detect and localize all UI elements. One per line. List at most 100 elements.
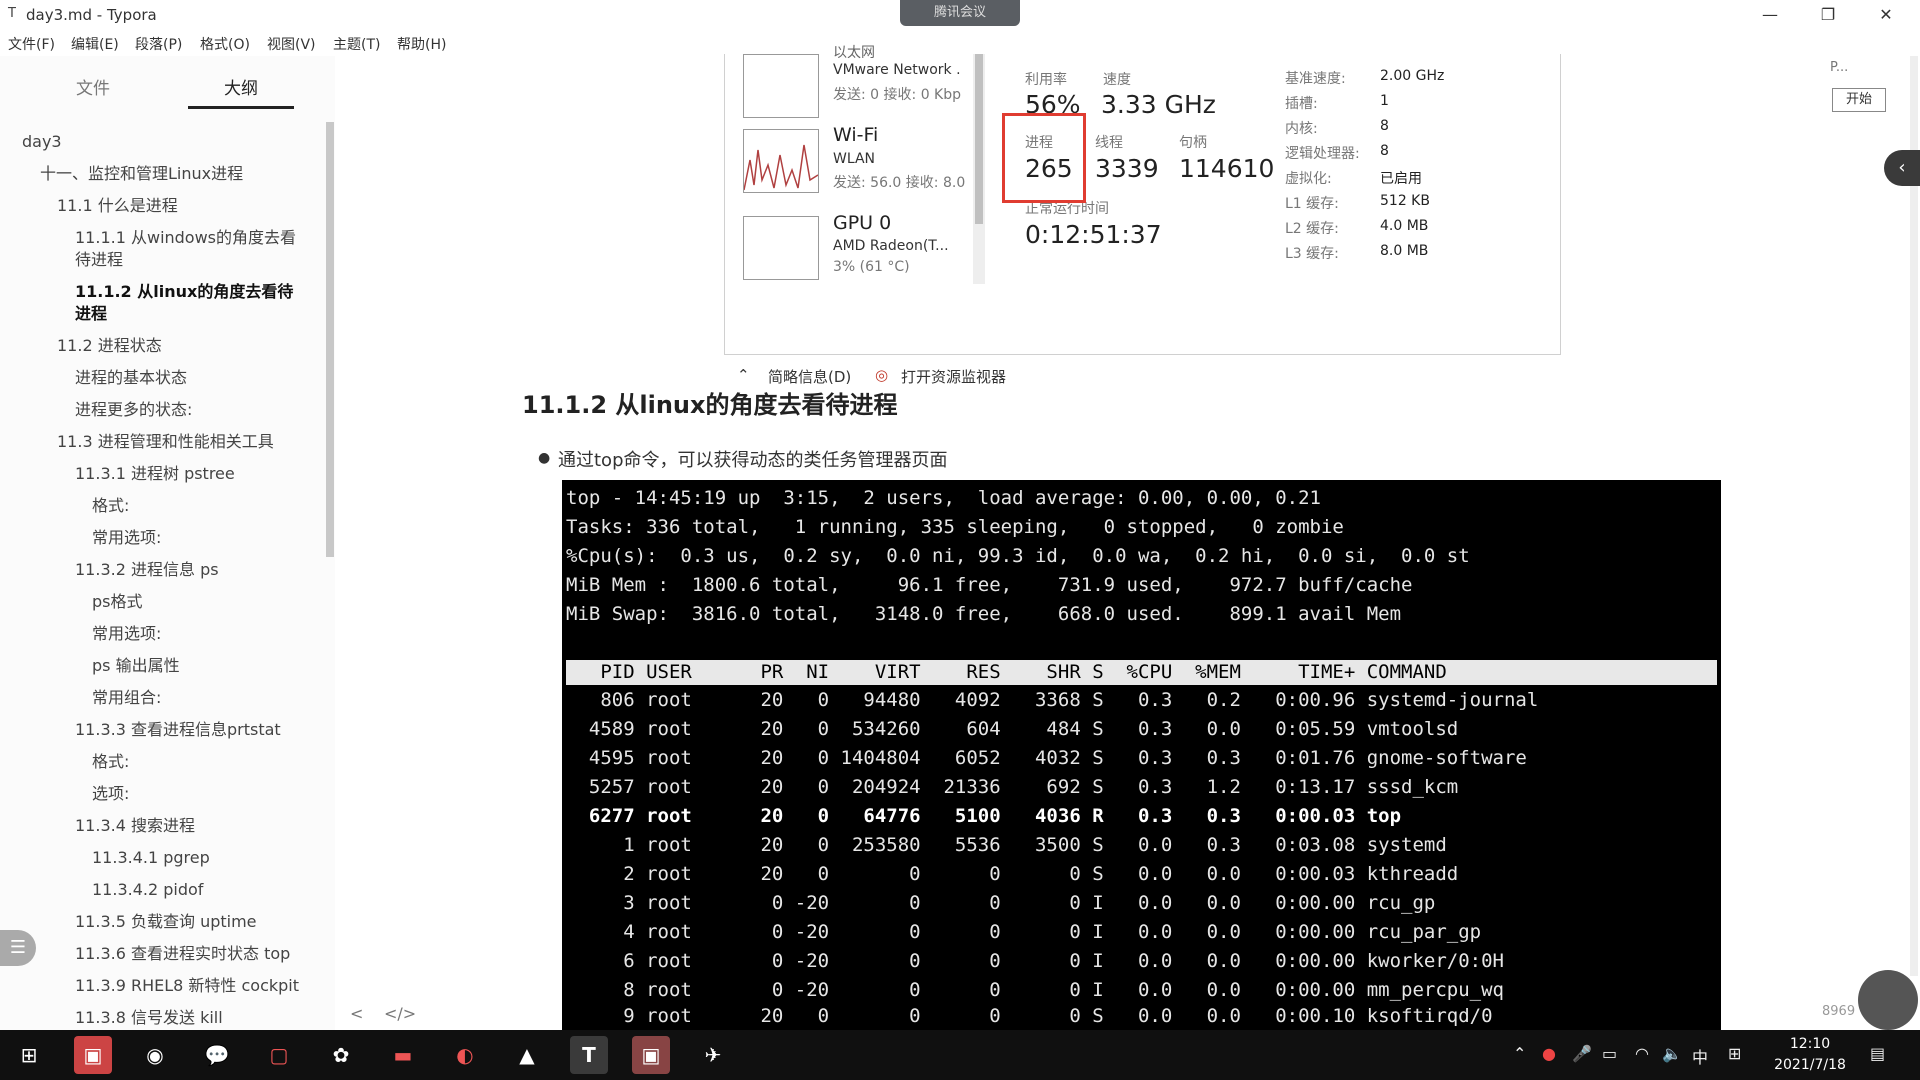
typora-app-icon: T [8, 6, 16, 21]
minimize-button[interactable]: — [1750, 2, 1790, 28]
spec-label: 基准速度: [1285, 71, 1346, 87]
outline-item[interactable]: 11.3.6 查看进程实时状态 top [75, 943, 290, 965]
top-summary-line: MiB Mem : 1800.6 total, 96.1 free, 731.9… [566, 574, 1413, 596]
wechat-icon[interactable]: 💬 [198, 1036, 236, 1074]
clock[interactable]: 12:10 2021/7/18 [1770, 1034, 1850, 1076]
task-manager-image: 以太网 VMware Network . 发送: 0 接收: 0 Kbp Wi-… [724, 45, 1561, 386]
wifi-icon[interactable]: ◠ [1635, 1044, 1649, 1063]
battery-icon[interactable]: ▭ [1602, 1044, 1617, 1063]
app-icon[interactable]: ✿ [322, 1036, 360, 1074]
outline-item[interactable]: 11.3.5 负载查询 uptime [75, 911, 257, 933]
title-bar: T day3.md - Typora 腾讯会议 — ❐ ✕ [0, 0, 1920, 30]
outline-item[interactable]: ps 输出属性 [92, 655, 180, 677]
outline-item-active[interactable]: 11.1.2 从linux的角度去看待 [75, 281, 293, 303]
outline-item[interactable]: 11.3.4.2 pidof [92, 879, 203, 901]
device-scrollbar [973, 54, 985, 284]
device-stats: 发送: 0 接收: 0 Kbp [833, 87, 962, 103]
utilization-label: 利用率 [1025, 72, 1067, 88]
microphone-icon[interactable]: 🎤 [1572, 1044, 1592, 1063]
device-name: GPU 0 [833, 212, 892, 234]
meeting-badge[interactable]: 腾讯会议 [900, 0, 1020, 26]
outline-item[interactable]: 11.3.3 查看进程信息prtstat [75, 719, 281, 741]
outline-item[interactable]: 待进程 [75, 249, 123, 271]
outline-item[interactable]: 11.3.4 搜索进程 [75, 815, 195, 837]
app-icon[interactable]: ▢ [260, 1036, 298, 1074]
start-button[interactable]: 开始 [1832, 88, 1886, 112]
brief-info-link: 简略信息(D) [768, 368, 852, 386]
outline-item[interactable]: 进程的基本状态 [75, 367, 187, 389]
menu-bar: 文件(F) 编辑(E) 段落(P) 格式(O) 视图(V) 主题(T) 帮助(H… [0, 30, 1920, 56]
chrome-icon[interactable]: ◉ [136, 1036, 174, 1074]
bullet-text: 通过top命令，可以获得动态的类任务管理器页面 [558, 450, 948, 471]
editor-scrollbar[interactable] [1910, 56, 1918, 976]
chevron-left-icon[interactable]: ‹ [1884, 150, 1920, 186]
outline-item[interactable]: 选项: [92, 783, 129, 805]
process-row: 8 root 0 -20 0 0 0 I 0.0 0.0 0:00.00 mm_… [566, 979, 1504, 1001]
handles-label: 句柄 [1179, 135, 1207, 151]
spec-label: 逻辑处理器: [1285, 146, 1360, 162]
menu-file[interactable]: 文件(F) [8, 34, 55, 54]
app-icon[interactable]: ✈ [694, 1036, 732, 1074]
menu-paragraph[interactable]: 段落(P) [135, 34, 182, 54]
source-code-mode-button[interactable]: </> [384, 1004, 416, 1023]
process-row: 4 root 0 -20 0 0 0 I 0.0 0.0 0:00.00 rcu… [566, 921, 1482, 943]
outline-item[interactable]: 11.3.9 RHEL8 新特性 cockpit [75, 975, 299, 997]
app-icon[interactable]: ◐ [446, 1036, 484, 1074]
menu-format[interactable]: 格式(O) [200, 34, 250, 54]
outline-item[interactable]: 十一、监控和管理Linux进程 [40, 163, 243, 185]
menu-list-icon[interactable]: ☰ [0, 930, 36, 966]
outline-item[interactable]: 进程更多的状态: [75, 399, 192, 421]
process-row-highlighted: 6277 root 20 0 64776 5100 4036 R 0.3 0.3… [566, 805, 1402, 827]
menu-edit[interactable]: 编辑(E) [71, 34, 119, 54]
outline-item[interactable]: 格式: [92, 495, 129, 517]
outline-item[interactable]: 11.3.2 进程信息 ps [75, 559, 219, 581]
spec-value: 4.0 MB [1380, 218, 1429, 234]
process-row: 1 root 20 0 253580 5536 3500 S 0.0 0.3 0… [566, 834, 1447, 856]
tab-outline[interactable]: 大纲 [224, 74, 258, 99]
outline-item[interactable]: 格式: [92, 751, 129, 773]
tab-files[interactable]: 文件 [76, 74, 110, 99]
spec-value: 8 [1380, 118, 1389, 134]
avatar [1858, 970, 1918, 1030]
maximize-button[interactable]: ❐ [1808, 2, 1848, 28]
keyboard-icon[interactable]: ⊞ [1728, 1044, 1741, 1063]
spec-label: 插槽: [1285, 96, 1318, 112]
menu-view[interactable]: 视图(V) [267, 34, 316, 54]
sidebar: 文件 大纲 day3 十一、监控和管理Linux进程 11.1 什么是进程 11… [0, 56, 416, 1030]
close-button[interactable]: ✕ [1866, 2, 1906, 28]
process-row: 2 root 20 0 0 0 0 S 0.0 0.0 0:00.03 kthr… [566, 863, 1459, 885]
outline-item-active[interactable]: 进程 [75, 303, 107, 325]
windows-start-icon[interactable]: ⊞ [10, 1036, 48, 1074]
outline-item[interactable]: 11.3.8 信号发送 kill [75, 1007, 223, 1029]
chevron-up-icon[interactable]: ⌃ [1513, 1044, 1526, 1063]
outline-item[interactable]: 常用选项: [92, 527, 161, 549]
outline-item[interactable]: ps格式 [92, 591, 143, 613]
ime-indicator[interactable]: 中 [1692, 1044, 1708, 1068]
collapse-sidebar-button[interactable]: < [350, 1004, 363, 1023]
outline-item[interactable]: 11.3.4.1 pgrep [92, 847, 210, 869]
tray-app-icon[interactable]: ● [1542, 1044, 1556, 1063]
device-name: Wi-Fi [833, 124, 879, 146]
process-row: 3 root 0 -20 0 0 0 I 0.0 0.0 0:00.00 rcu… [566, 892, 1436, 914]
folder-icon[interactable]: ▬ [384, 1036, 422, 1074]
app-icon[interactable]: ▣ [632, 1036, 670, 1074]
menu-help[interactable]: 帮助(H) [397, 34, 446, 54]
outline-item[interactable]: 11.1.1 从windows的角度去看 [75, 227, 296, 249]
typora-icon[interactable]: T [570, 1036, 608, 1074]
sidebar-scrollbar[interactable] [326, 122, 334, 557]
volume-icon[interactable]: 🔈 [1662, 1044, 1682, 1063]
outline-item[interactable]: 11.2 进程状态 [57, 335, 162, 357]
notification-icon[interactable]: ▤ [1870, 1044, 1885, 1063]
outline-item[interactable]: 11.3.1 进程树 pstree [75, 463, 235, 485]
device-list: 以太网 VMware Network . 发送: 0 接收: 0 Kbp Wi-… [725, 45, 985, 354]
outline-item[interactable]: 11.3 进程管理和性能相关工具 [57, 431, 274, 453]
outline-item[interactable]: 常用选项: [92, 623, 161, 645]
photos-icon[interactable]: ▲ [508, 1036, 546, 1074]
device-sub: VMware Network . [833, 62, 961, 78]
speed-label: 速度 [1103, 72, 1131, 88]
app-icon[interactable]: ▣ [74, 1036, 112, 1074]
outline-item[interactable]: 常用组合: [92, 687, 161, 709]
menu-theme[interactable]: 主题(T) [333, 34, 380, 54]
outline-item[interactable]: day3 [22, 131, 62, 153]
outline-item[interactable]: 11.1 什么是进程 [57, 195, 178, 217]
